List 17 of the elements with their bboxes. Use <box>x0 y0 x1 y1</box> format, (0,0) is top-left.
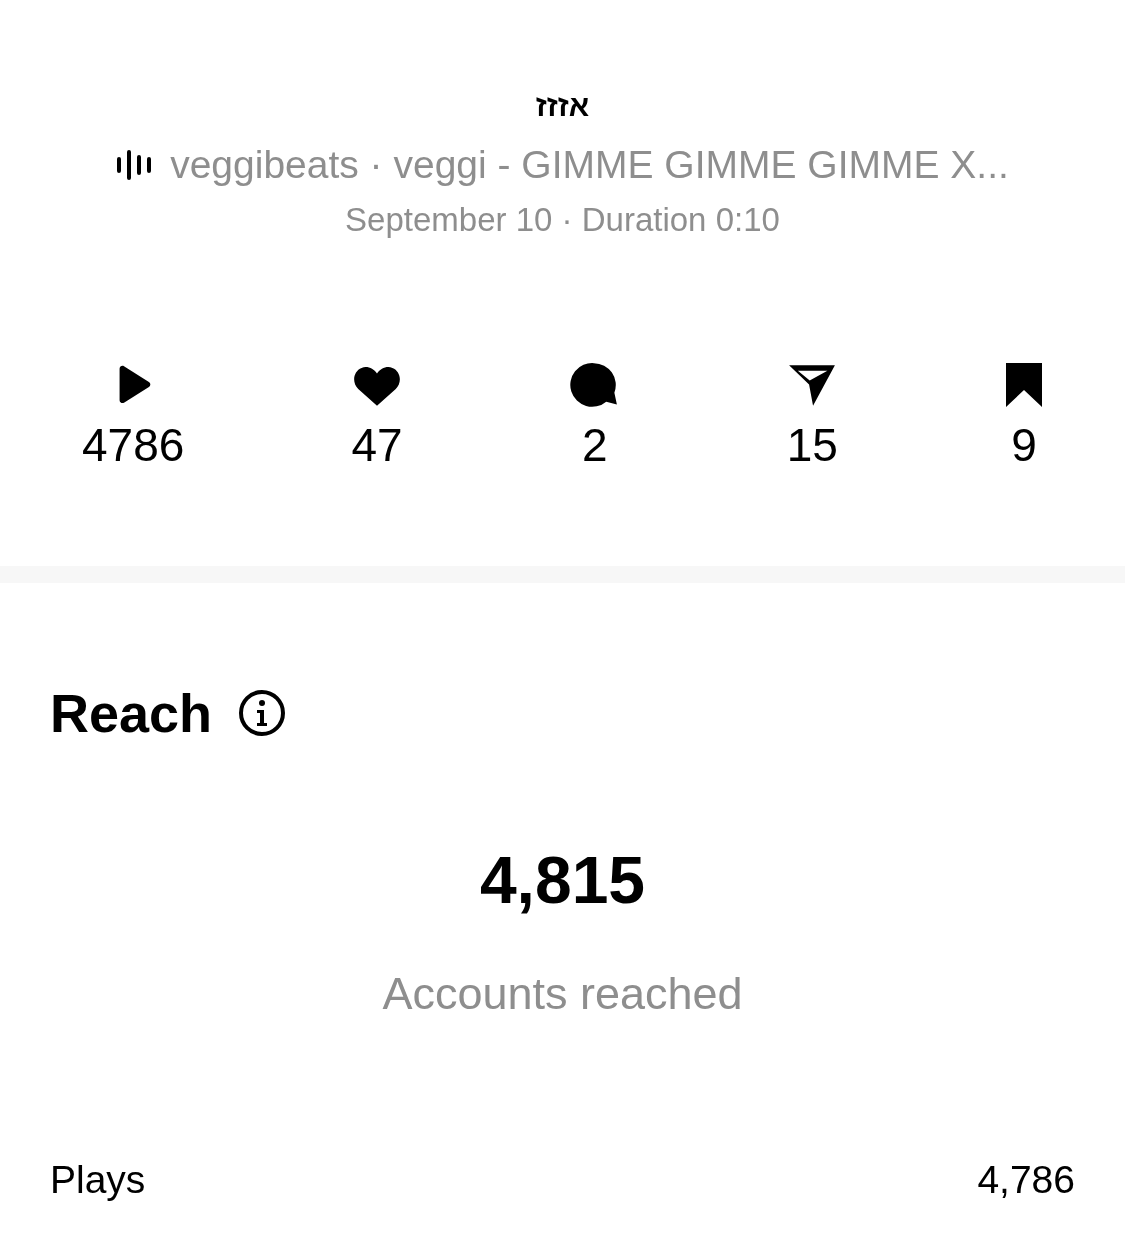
stat-count: 9 <box>1011 419 1037 471</box>
post-meta: September 10 · Duration 0:10 <box>344 200 781 240</box>
metric-value: 4,786 <box>977 1157 1075 1203</box>
post-title: אזזז <box>534 88 591 124</box>
reach-total: 4,815 <box>478 842 647 919</box>
stat-count: 15 <box>786 419 838 471</box>
info-icon[interactable] <box>238 689 287 737</box>
audio-track[interactable]: veggibeats · veggi - GIMME GIMME GIMME X... <box>170 140 1009 190</box>
bookmark-icon <box>1005 363 1043 407</box>
comment-icon <box>569 361 620 409</box>
paper-plane-icon <box>787 362 838 408</box>
section-title: Reach <box>50 682 213 745</box>
stat-count: 2 <box>581 419 608 471</box>
metric-label: Plays <box>50 1157 146 1203</box>
stat-count: 4786 <box>82 419 185 471</box>
reach-caption: Accounts reached <box>381 967 744 1021</box>
stat-count: 47 <box>351 419 403 471</box>
